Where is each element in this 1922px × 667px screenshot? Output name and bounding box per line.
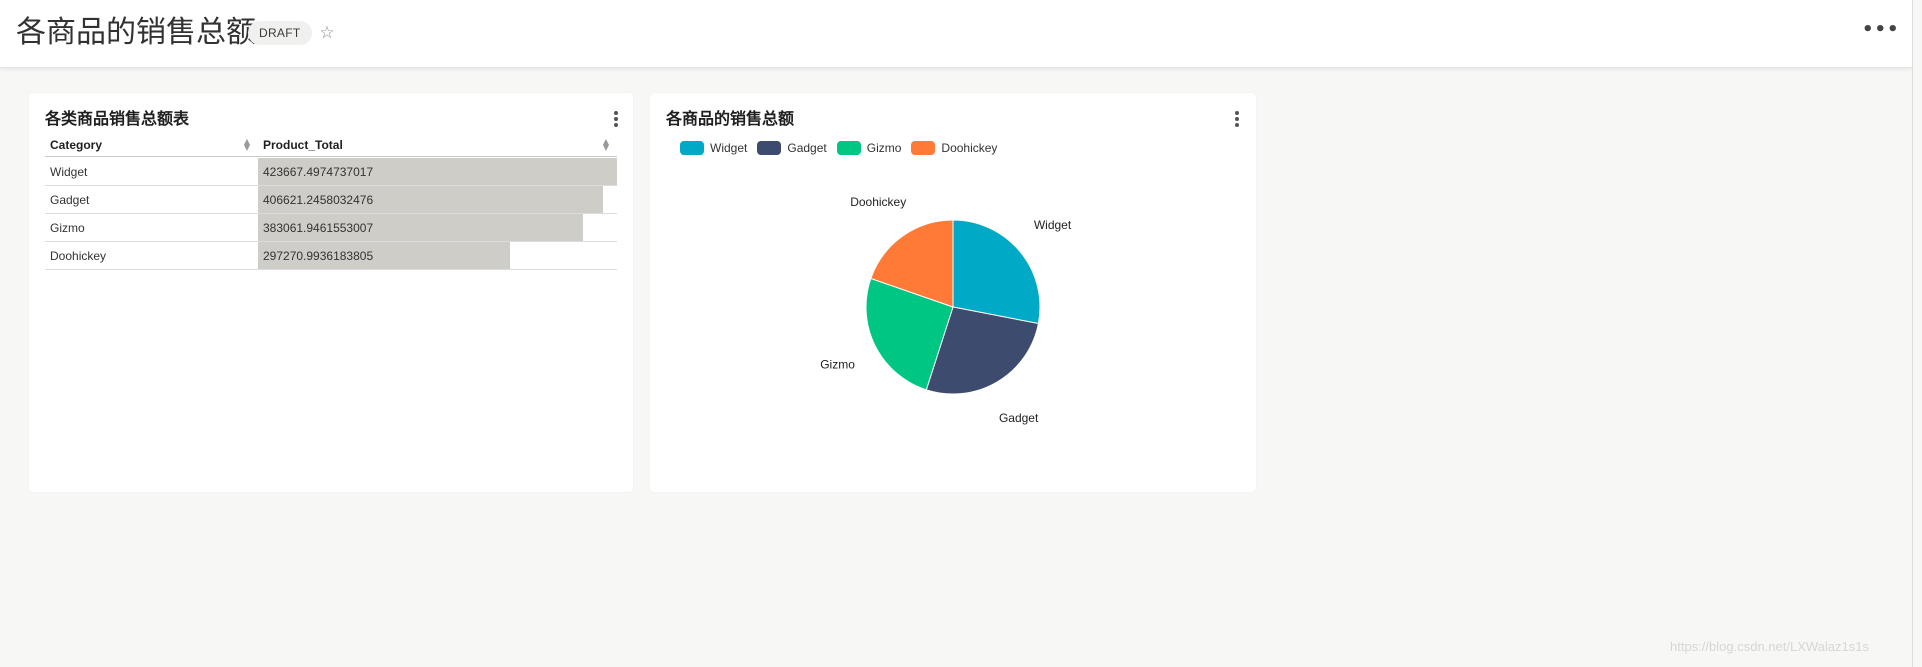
table-card-menu-icon[interactable]: [612, 109, 620, 129]
column-header-product-total[interactable]: Product_Total ▲ ▼: [258, 133, 617, 157]
legend-label: Gizmo: [866, 141, 902, 155]
more-horizontal-icon[interactable]: •••: [1862, 20, 1899, 40]
chart-card-title: 各商品的销售总额: [666, 109, 795, 128]
cell-product-total: 383061.9461553007: [263, 221, 374, 235]
vertical-scrollbar[interactable]: [1912, 0, 1922, 667]
column-header-category[interactable]: Category ▲ ▼: [45, 133, 258, 157]
table-card-title: 各类商品销售总额表: [45, 109, 190, 128]
column-header-label: Product_Total: [263, 138, 343, 152]
cell-product-total: 423667.4974737017: [263, 165, 374, 179]
watermark: https://blog.csdn.net/LXWalaz1s1s: [1670, 639, 1869, 654]
pie-slice-widget[interactable]: [952, 219, 1041, 325]
chart-card-menu-icon[interactable]: [1233, 109, 1241, 129]
legend-swatch: [680, 141, 704, 155]
cell-product-total: 406621.2458032476: [263, 193, 374, 207]
cell-category: Widget: [50, 165, 88, 179]
table-card: 各类商品销售总额表 Category ▲ ▼ Product_Total ▲ ▼ W…: [29, 93, 633, 492]
chart-legend: Widget Gadget Gizmo Doohickey: [680, 139, 1007, 157]
sort-icon[interactable]: ▲ ▼: [244, 138, 250, 152]
legend-item[interactable]: Gizmo: [836, 141, 902, 155]
legend-label: Doohickey: [941, 141, 998, 155]
pie-label-gadget: Gadget: [999, 411, 1039, 425]
chart-card: 各商品的销售总额 Widget Gadget Gizmo Doohickey Widg…: [650, 93, 1256, 492]
cell-category: Doohickey: [50, 249, 107, 263]
data-table: Category ▲ ▼ Product_Total ▲ ▼ Widget 42366…: [45, 133, 617, 283]
legend-item[interactable]: Widget: [680, 141, 747, 155]
dashboard-header: 各商品的销售总额 DRAFT ☆ •••: [0, 0, 1912, 68]
legend-label: Widget: [710, 141, 748, 155]
pie-chart: Widget Gadget Gizmo Doohickey: [820, 195, 1072, 425]
pie-label-gizmo: Gizmo: [820, 358, 855, 372]
cell-product-total: 297270.9936183805: [263, 249, 374, 263]
cell-category: Gadget: [50, 193, 90, 207]
table-row[interactable]: Gadget 406621.2458032476: [45, 186, 617, 214]
legend-item[interactable]: Doohickey: [911, 141, 997, 155]
dashboard-title[interactable]: 各商品的销售总额: [16, 14, 256, 52]
table-row[interactable]: Doohickey 297270.9936183805: [45, 242, 617, 270]
legend-swatch: [836, 141, 861, 155]
cell-category: Gizmo: [50, 221, 85, 235]
pie-label-widget: Widget: [1034, 218, 1072, 232]
table-row[interactable]: Widget 423667.4974737017: [45, 158, 617, 186]
draft-badge: DRAFT: [248, 21, 312, 45]
column-header-label: Category: [50, 138, 103, 152]
legend-swatch: [757, 141, 782, 155]
sort-icon[interactable]: ▲ ▼: [603, 138, 609, 152]
legend-item[interactable]: Gadget: [757, 141, 827, 155]
star-icon[interactable]: ☆: [317, 23, 337, 43]
legend-swatch: [911, 141, 936, 155]
legend-label: Gadget: [787, 141, 827, 155]
pie-label-doohickey: Doohickey: [850, 195, 906, 209]
table-row[interactable]: Gizmo 383061.9461553007: [45, 214, 617, 242]
